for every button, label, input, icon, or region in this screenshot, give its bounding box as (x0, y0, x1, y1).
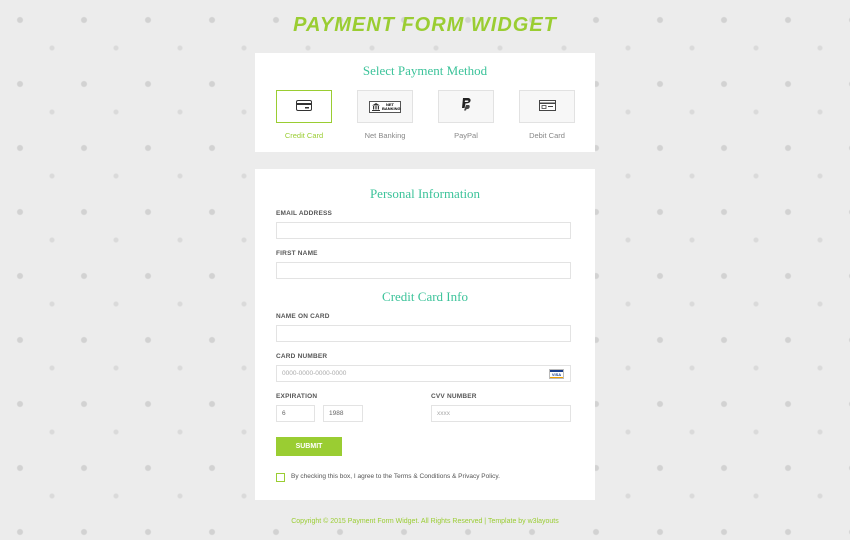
payment-form-card: Personal Information EMAIL ADDRESS FIRST… (255, 169, 595, 500)
payment-method-heading: Select Payment Method (362, 63, 488, 78)
method-paypal[interactable]: PayPal (438, 90, 494, 140)
payment-method-options: Credit Card NET BANKING Net Banking PayP… (276, 90, 576, 145)
method-debit-card[interactable]: Debit Card (519, 90, 575, 140)
email-label: EMAIL ADDRESS (276, 210, 333, 217)
expiration-year-field[interactable]: 1988 (323, 405, 363, 422)
cvv-label: CVV NUMBER (431, 393, 477, 400)
method-tile[interactable]: NET BANKING (357, 90, 413, 123)
paypal-icon (459, 97, 473, 116)
visa-card-icon: VISA (549, 369, 564, 379)
name-on-card-label: NAME ON CARD (276, 313, 330, 320)
method-credit-card[interactable]: Credit Card (276, 90, 332, 140)
credit-card-info-heading: Credit Card Info (382, 289, 468, 304)
name-on-card-field[interactable] (276, 325, 571, 342)
method-tile[interactable] (276, 90, 332, 123)
credit-card-icon (296, 98, 312, 116)
first-name-label: FIRST NAME (276, 250, 318, 257)
net-banking-icon: NET BANKING (369, 100, 401, 113)
submit-button[interactable]: SUBMIT (276, 437, 342, 456)
method-label: Debit Card (529, 131, 565, 140)
debit-card-icon (538, 98, 556, 116)
footer-copyright: Copyright © 2015 Payment Form Widget. Al… (291, 518, 559, 525)
net-banking-icon-text: NET BANKING (382, 101, 401, 111)
method-tile[interactable] (438, 90, 494, 123)
card-number-placeholder: 0000-0000-0000-0000 (282, 370, 347, 377)
method-label: Net Banking (364, 131, 406, 140)
expiration-month-field[interactable]: 6 (276, 405, 315, 422)
first-name-field[interactable] (276, 262, 571, 279)
method-label: PayPal (454, 131, 478, 140)
card-number-label: CARD NUMBER (276, 353, 328, 360)
method-net-banking[interactable]: NET BANKING Net Banking (357, 90, 413, 140)
email-field[interactable] (276, 222, 571, 239)
payment-method-card: Select Payment Method Credit Card NET BA… (255, 53, 595, 152)
expiration-label: EXPIRATION (276, 393, 318, 400)
method-tile[interactable] (519, 90, 575, 123)
cvv-field[interactable]: xxxx (431, 405, 571, 422)
agree-checkbox[interactable] (276, 473, 285, 482)
card-number-field[interactable]: 0000-0000-0000-0000 VISA (276, 365, 571, 382)
page-title: PAYMENT FORM WIDGET (293, 14, 557, 36)
method-label: Credit Card (284, 131, 324, 140)
personal-info-heading: Personal Information (369, 186, 481, 201)
agree-text: By checking this box, I agree to the Ter… (291, 473, 500, 480)
